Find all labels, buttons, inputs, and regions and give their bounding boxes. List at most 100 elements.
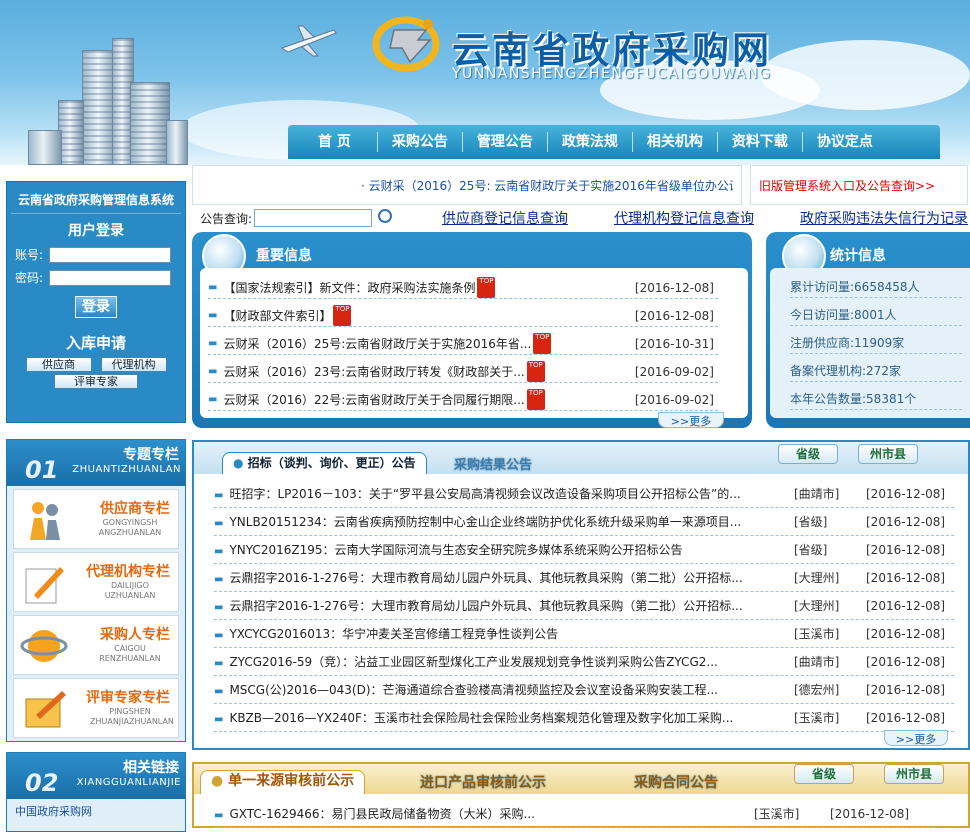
account-input[interactable] bbox=[49, 246, 172, 263]
links-pinyin: XIANGGUANLIANJIE bbox=[76, 777, 181, 788]
bullet-icon: ▬ bbox=[214, 658, 224, 669]
ticker-text[interactable]: · 云财采（2016）25号: 云南省财政厅关于实施2016年省级单位办公设备 bbox=[361, 177, 733, 194]
bullet-icon: ▬ bbox=[214, 714, 224, 725]
row-region: [德宏州] bbox=[794, 683, 840, 697]
supplier-query-link[interactable]: 供应商登记信息查询 bbox=[442, 208, 568, 228]
row-date: [2016-12-08] bbox=[866, 515, 946, 529]
search-icon[interactable] bbox=[378, 209, 393, 223]
nav-downloads[interactable]: 资料下载 bbox=[718, 132, 803, 152]
nav-policy[interactable]: 政策法规 bbox=[548, 132, 633, 152]
bullet-icon: ▬ bbox=[214, 546, 224, 557]
system-title: 云南省政府采购管理信息系统 bbox=[11, 186, 181, 214]
list-item[interactable]: ▬ 云财采（2016）22号:云南省财政厅关于合同履行期限... TOP [2016-… bbox=[208, 389, 718, 411]
apply-title: 入库申请 bbox=[65, 334, 126, 352]
table-row[interactable]: ▬ YNLB20151234：云南省疾病预防控制中心金山企业终端防护优化系统升级采… bbox=[214, 508, 954, 536]
table-row[interactable]: ▬ ZYCG2016-59（竞）：沾益工业园区新型煤化工产业发展规划竞争性谈判采购… bbox=[214, 648, 954, 676]
item-date: [2016-09-02] bbox=[634, 393, 714, 407]
expert-apply-button[interactable]: 评审专家 bbox=[54, 374, 138, 389]
item-date: [2016-12-08] bbox=[634, 281, 714, 295]
violation-record-link[interactable]: 政府采购违法失信行为记录 bbox=[800, 208, 968, 228]
table-row[interactable]: ▬ MSCG(公)2016—043(D)：芒海通道综合查验楼高清视频监控及会议室设… bbox=[214, 676, 954, 704]
bullet-icon: ● bbox=[233, 456, 244, 470]
table-row[interactable]: ▬ YNYC2016Z195：云南大学国际河流与生态安全研究院多媒体系统采购公开招… bbox=[214, 536, 954, 564]
people-icon bbox=[30, 502, 60, 540]
important-list: ▬ 【国家法规索引】新文件：政府采购法实施条例 TOP [2016-12-08] ▬ 【… bbox=[200, 268, 748, 418]
row-region: [玉溪市] bbox=[794, 627, 840, 641]
nav-procurement-notice[interactable]: 采购公告 bbox=[378, 132, 463, 152]
table-row[interactable]: ▬ GXTC-1629466：易门县民政局储备物资（大米）采购... [玉溪市] [2… bbox=[214, 800, 934, 828]
row-title: 旺招字：LP2016－103：关于“罗平县公安局高清视频会议改造设备采购项目公开… bbox=[229, 487, 741, 501]
row-region: [玉溪市] bbox=[794, 711, 840, 725]
row-date: [2016-12-08] bbox=[866, 571, 946, 585]
link-item[interactable]: 中国政府采购网 bbox=[7, 799, 185, 823]
globe-icon bbox=[20, 630, 68, 662]
nav-management-notice[interactable]: 管理公告 bbox=[463, 132, 548, 152]
topic-expert[interactable]: 评审专家专栏 PINGSHEN ZHUANJIAZHUANLAN bbox=[13, 678, 179, 738]
password-input[interactable] bbox=[49, 269, 172, 286]
more-button[interactable]: >>更多 bbox=[658, 412, 724, 428]
more-button[interactable]: >>更多 bbox=[884, 730, 948, 746]
list-item[interactable]: ▬ 【国家法规索引】新文件：政府采购法实施条例 TOP [2016-12-08] bbox=[208, 277, 718, 299]
agency-query-link[interactable]: 代理机构登记信息查询 bbox=[614, 208, 754, 228]
building-image bbox=[130, 82, 170, 165]
tab-bidding-notices[interactable]: ● 招标（谈判、询价、更正）公告 bbox=[222, 452, 427, 474]
row-title: 云鼎招字2016-1-276号：大理市教育局幼儿园户外玩具、其他玩教具采购（第二… bbox=[229, 571, 743, 585]
links-panel: 02 相关链接 XIANGGUANLIANJIE 中国政府采购网 bbox=[6, 752, 186, 832]
row-region: [大理州] bbox=[794, 571, 840, 585]
list-item[interactable]: ▬ 【财政部文件索引】 TOP [2016-12-08] bbox=[208, 305, 718, 327]
tab-contracts[interactable]: 采购合同公告 bbox=[634, 772, 718, 792]
topics-panel: 01 专题专栏 ZHUANTIZHUANLAN 供应商专栏 GONGYINGSH… bbox=[6, 439, 186, 742]
ticker-panel: · 云财采（2016）25号: 云南省财政厅关于实施2016年省级单位办公设备 bbox=[192, 165, 742, 205]
table-row[interactable]: ▬ KBZB—2016—YX240F：玉溪市社会保险局社会保险业务档案规范化管理及… bbox=[214, 704, 954, 732]
stats-panel: 统计信息 累计访问量:6658458人 今日访问量:8001人 注册供应商:11… bbox=[766, 232, 970, 428]
list-item[interactable]: ▬ 云财采（2016）23号:云南省财政厅转发《财政部关于... TOP [2016-… bbox=[208, 361, 718, 383]
nav-agreement[interactable]: 协议定点 bbox=[803, 132, 887, 152]
links-number: 02 bbox=[25, 769, 59, 797]
airplane-icon bbox=[280, 25, 337, 57]
table-row[interactable]: ▬ 云鼎招字2016-1-276号：大理市教育局幼儿园户外玩具、其他玩教具采购（第… bbox=[214, 592, 954, 620]
tab-import-products[interactable]: 进口产品审核前公示 bbox=[420, 772, 546, 792]
agency-apply-button[interactable]: 代理机构 bbox=[100, 357, 167, 372]
city-county-filter-button[interactable]: 州市县 bbox=[858, 444, 918, 464]
top-badge: TOP bbox=[477, 277, 496, 298]
old-system-link[interactable]: 旧版管理系统入口及公告查询>> bbox=[750, 165, 968, 205]
table-row[interactable]: ▬ 旺招字：LP2016－103：关于“罗平县公安局高清视频会议改造设备采购项目公… bbox=[214, 480, 954, 508]
item-title: 【财政部文件索引】 bbox=[223, 309, 332, 323]
topic-pinyin: GONGYINGSH ANGZHUANLAN bbox=[98, 518, 162, 537]
building-image bbox=[28, 130, 62, 165]
stat-total-visits: 累计访问量:6658458人 bbox=[790, 276, 962, 298]
topic-agency[interactable]: 代理机构专栏 DAILIJIGO UZHUANLAN bbox=[13, 552, 179, 612]
login-button[interactable]: 登录 bbox=[75, 296, 117, 318]
supplier-apply-button[interactable]: 供应商 bbox=[25, 357, 92, 372]
row-region: [省级] bbox=[794, 543, 828, 557]
list-item[interactable]: ▬ 云财采（2016）25号:云南省财政厅关于实施2016年省... TOP [201… bbox=[208, 333, 718, 355]
item-date: [2016-12-08] bbox=[634, 309, 714, 323]
nav-home[interactable]: 首 页 bbox=[296, 132, 378, 152]
tab-results[interactable]: 采购结果公告 bbox=[454, 454, 532, 473]
row-date: [2016-12-08] bbox=[866, 711, 946, 725]
table-row[interactable]: ▬ 云鼎招字2016-1-276号：大理市教育局幼儿园户外玩具、其他玩教具采购（第… bbox=[214, 564, 954, 592]
bullet-icon: ▬ bbox=[214, 686, 224, 697]
topics-header: 01 专题专栏 ZHUANTIZHUANLAN bbox=[7, 440, 185, 486]
row-date: [2016-12-08] bbox=[866, 543, 946, 557]
bullet-icon: ▬ bbox=[208, 338, 218, 349]
stat-notices: 本年公告数量:58381个 bbox=[790, 388, 962, 410]
row-date: [2016-12-08] bbox=[866, 599, 946, 613]
tab-single-source[interactable]: ● 单一来源审核前公示 bbox=[200, 770, 366, 794]
provincial-filter-button[interactable]: 省级 bbox=[794, 764, 854, 784]
city-county-filter-button[interactable]: 州市县 bbox=[884, 764, 944, 784]
nav-institutions[interactable]: 相关机构 bbox=[633, 132, 718, 152]
row-region: [曲靖市] bbox=[794, 487, 840, 501]
row-date: [2016-12-08] bbox=[866, 627, 946, 641]
login-section-title: 用户登录 bbox=[68, 223, 124, 239]
topic-purchaser[interactable]: 采购人专栏 CAIGOU RENZHUANLAN bbox=[13, 615, 179, 675]
important-panel: 重要信息 ▬ 【国家法规索引】新文件：政府采购法实施条例 TOP [2016-12-0… bbox=[192, 232, 752, 428]
search-input[interactable] bbox=[254, 209, 373, 227]
topic-supplier[interactable]: 供应商专栏 GONGYINGSH ANGZHUANLAN bbox=[13, 489, 179, 549]
bullet-icon: ● bbox=[211, 773, 224, 789]
row-region: [大理州] bbox=[794, 599, 840, 613]
table-row[interactable]: ▬ YXCYCG2016013：华宁冲麦关圣宫修缮工程竞争性谈判公告 [玉溪市] [2… bbox=[214, 620, 954, 648]
pencil-paper-icon bbox=[25, 567, 64, 604]
top-badge: TOP bbox=[333, 305, 352, 326]
provincial-filter-button[interactable]: 省级 bbox=[778, 444, 838, 464]
